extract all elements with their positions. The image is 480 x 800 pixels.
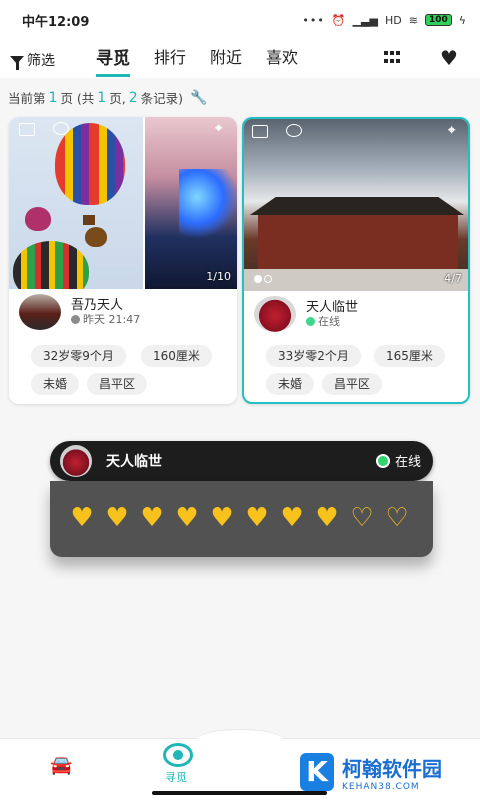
profile-photo[interactable]: ⌖ 4/7 (244, 119, 468, 291)
bottom-nav: 🚘 寻觅 K 柯翰软件园 KEHAN38.COM (0, 729, 480, 800)
eye-icon[interactable] (163, 743, 193, 767)
filter-button[interactable]: 筛选 (10, 50, 55, 70)
popup-rating-panel: ♥ ♥ ♥ ♥ ♥ ♥ ♥ ♥ ♡ ♡ (50, 481, 433, 557)
heart-empty-icon: ♡ (350, 503, 374, 533)
tag-district: 昌平区 (87, 373, 148, 395)
popup-status: 在线 (375, 451, 421, 470)
watermark-subtitle: KEHAN38.COM (342, 782, 420, 792)
heart-full-icon: ♥ (105, 503, 129, 533)
heart-full-icon: ♥ (70, 503, 94, 533)
tag-marital: 未婚 (31, 373, 80, 395)
status-icons: ••• ⏰ ▁▃▅ HD ≋ 100 ϟ (302, 14, 466, 27)
signal-icon: ▁▃▅ (352, 13, 378, 27)
tab-nearby[interactable]: 附近 (210, 44, 242, 77)
heart-full-icon: ♥ (140, 503, 164, 533)
total-pages: 1 (97, 89, 107, 106)
wifi-icon: ≋ (408, 13, 418, 27)
popup-avatar[interactable] (60, 445, 92, 477)
user-status: 在线 (306, 313, 340, 329)
chat-icon (286, 124, 302, 137)
tag-height: 160厘米 (141, 345, 212, 367)
heart-full-icon: ♥ (175, 503, 199, 533)
avatar[interactable] (19, 294, 61, 330)
album-icon (19, 123, 35, 136)
bottom-tab-label[interactable]: 寻觅 (165, 769, 187, 785)
album-icon (252, 125, 268, 138)
balloon-photo (9, 117, 143, 289)
temple-photo (250, 197, 464, 215)
tab-seek[interactable]: 寻觅 (96, 44, 130, 77)
page-info-mid2: 页, (109, 91, 126, 106)
current-page: 1 (48, 89, 58, 106)
popup-user-name: 天人临世 (106, 454, 162, 470)
tag-district: 昌平区 (322, 373, 383, 395)
binoculars-icon: ⌖ (215, 121, 223, 136)
chat-icon (53, 122, 69, 135)
wrench-icon[interactable]: 🔧 (190, 90, 207, 106)
tag-age: 33岁零2个月 (266, 345, 361, 367)
photo-count: 4/7 (444, 272, 462, 285)
page-info-suffix: 条记录) (140, 91, 184, 106)
status-time: 中午12:09 (22, 14, 90, 30)
top-nav: 筛选 寻觅 排行 附近 喜欢 ♥ (0, 40, 480, 78)
tab-bar: 寻觅 排行 附近 喜欢 (96, 44, 298, 77)
battery-icon: 100 (424, 14, 452, 26)
heart-empty-icon: ♡ (385, 503, 409, 533)
heart-full-icon: ♥ (210, 503, 234, 533)
heart-full-icon: ♥ (280, 503, 304, 533)
user-status: 昨天 21:47 (71, 311, 140, 327)
avatar[interactable] (254, 296, 296, 332)
alarm-icon: ⏰ (331, 13, 346, 27)
heart-icon[interactable]: ♥ (440, 46, 458, 70)
online-dot (375, 453, 390, 468)
charging-icon: ϟ (458, 13, 466, 27)
page-info-mid1: 页 (共 (60, 91, 95, 106)
profile-photo[interactable]: ⌖ 1/10 (9, 117, 237, 289)
tab-favorites[interactable]: 喜欢 (266, 44, 298, 77)
heart-full-icon: ♥ (245, 503, 269, 533)
popup-status-text: 在线 (394, 455, 421, 470)
binoculars-icon: ⌖ (448, 123, 456, 138)
watermark: K 柯翰软件园 KEHAN38.COM (300, 753, 442, 792)
profile-info: 吾乃天人 昨天 21:47 (9, 289, 237, 331)
page-info-prefix: 当前第 (8, 91, 46, 106)
status-dot (71, 314, 80, 324)
tag-height: 165厘米 (374, 345, 445, 367)
status-dot (306, 316, 315, 326)
profile-card[interactable]: ⌖ 1/10 吾乃天人 昨天 21:47 32岁零9个月 160厘米 未婚 昌平… (9, 117, 237, 404)
status-bar: 中午12:09 ••• ⏰ ▁▃▅ HD ≋ 100 ϟ (0, 0, 480, 40)
popup-header: 天人临世 在线 (50, 441, 433, 481)
profile-info: 天人临世 在线 (244, 291, 468, 333)
heart-rating: ♥ ♥ ♥ ♥ ♥ ♥ ♥ ♥ ♡ ♡ (68, 505, 411, 531)
more-dots-icon: ••• (302, 13, 325, 27)
photo-pager (254, 275, 272, 283)
status-text: 昨天 21:47 (83, 313, 141, 326)
butterfly-photo (145, 117, 237, 289)
heart-full-icon: ♥ (315, 503, 339, 533)
record-count: 2 (128, 89, 138, 106)
profile-card[interactable]: ⌖ 4/7 天人临世 在线 33岁零2个月 165厘米 未婚 昌平区 (242, 117, 470, 404)
filter-label: 筛选 (27, 53, 55, 69)
photo-count: 1/10 (206, 270, 231, 283)
home-indicator[interactable] (152, 791, 327, 795)
watermark-title: 柯翰软件园 (342, 757, 442, 781)
tab-ranking[interactable]: 排行 (154, 44, 186, 77)
car-icon[interactable]: 🚘 (50, 755, 72, 776)
tag-age: 32岁零9个月 (31, 345, 126, 367)
tag-marital: 未婚 (266, 373, 315, 395)
grid-view-icon[interactable] (384, 51, 400, 65)
watermark-logo: K (300, 753, 334, 791)
page-info: 当前第 1 页 (共 1 页, 2 条记录) 🔧 (8, 88, 207, 107)
status-text: 在线 (318, 315, 340, 328)
filter-icon (10, 56, 24, 70)
network-label: HD (384, 13, 402, 27)
